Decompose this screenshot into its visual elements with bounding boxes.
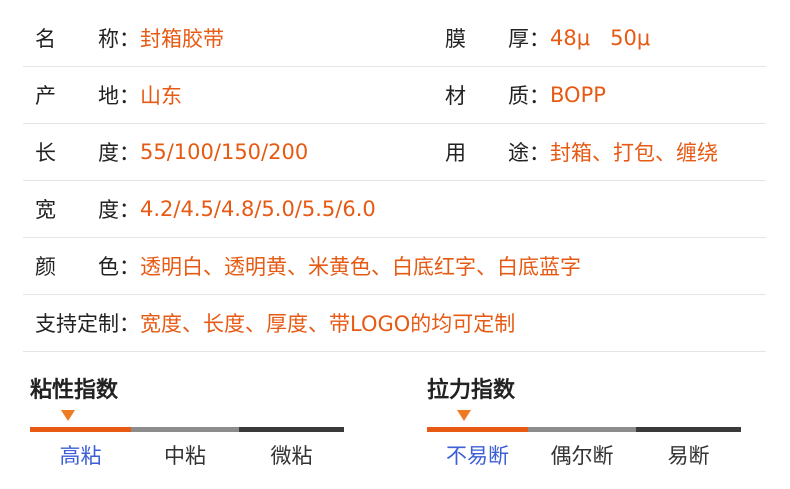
spec-length-label: 长 度： [35,141,140,165]
spec-material-value: BOPP [550,83,606,107]
stickiness-level-label: 高粘 [59,444,102,468]
spec-customization-label: 支持定制： [35,312,140,336]
stickiness-segment-high [30,427,131,432]
tensile-level-label: 不易断 [446,444,509,468]
spec-length: 长 度： 55/100/150/200 [35,124,308,180]
spec-color-label: 颜 色： [35,255,140,279]
tensile-title: 拉力指数 [427,378,516,403]
tensile-segment-easy [636,427,741,432]
spec-color-value: 透明白、透明黄、米黄色、白底红字、白底蓝字 [140,255,581,279]
spec-usage-value: 封箱、打包、缠绕 [550,141,718,165]
tensile-level-label: 易断 [667,444,710,468]
stickiness-marker-icon [61,410,75,421]
spec-width-label: 宽 度： [35,198,140,222]
spec-length-value: 55/100/150/200 [140,140,309,164]
tensile-marker-icon [457,410,471,421]
spec-row-name: 名 称： 封箱胶带 膜 厚： 48μ 50μ [23,10,766,67]
stickiness-title: 粘性指数 [30,378,119,403]
stickiness-segment-low [239,427,344,432]
spec-color: 颜 色： 透明白、透明黄、米黄色、白底红字、白底蓝字 [35,238,581,294]
stickiness-level-label: 微粘 [270,444,313,468]
spec-name-value: 封箱胶带 [140,27,224,51]
spec-name-label: 名 称： [35,27,140,51]
stickiness-level-label: 中粘 [164,444,206,468]
spec-row-customization: 支持定制： 宽度、长度、厚度、带LOGO的均可定制 [23,295,766,352]
spec-name: 名 称： 封箱胶带 [35,10,224,66]
spec-material-label: 材 质： [445,84,550,108]
stickiness-gauge: 粘性指数 高粘 中粘 微粘 [30,372,344,468]
spec-origin-label: 产 地： [35,84,140,108]
spec-film-thickness-label: 膜 厚： [445,27,550,51]
spec-row-color: 颜 色： 透明白、透明黄、米黄色、白底红字、白底蓝字 [23,238,766,295]
tensile-segment-occasional [528,427,636,432]
spec-width: 宽 度： 4.2/4.5/4.8/5.0/5.5/6.0 [35,181,376,237]
stickiness-track [30,427,344,432]
tensile-track [427,427,741,432]
spec-film-thickness: 膜 厚： 48μ 50μ [445,10,650,66]
spec-row-width: 宽 度： 4.2/4.5/4.8/5.0/5.5/6.0 [23,181,766,238]
spec-row-origin: 产 地： 山东 材 质： BOPP [23,67,766,124]
spec-customization: 支持定制： 宽度、长度、厚度、带LOGO的均可定制 [35,295,515,351]
spec-usage: 用 途： 封箱、打包、缠绕 [445,124,718,180]
spec-table: 名 称： 封箱胶带 膜 厚： 48μ 50μ 产 地： 山东 材 质： BOPP… [23,10,766,352]
stickiness-levels: 高粘 中粘 微粘 [30,440,344,470]
spec-film-thickness-value: 48μ 50μ [550,26,651,50]
stickiness-segment-medium [131,427,239,432]
tensile-gauge: 拉力指数 不易断 偶尔断 易断 [427,372,741,468]
spec-origin: 产 地： 山东 [35,67,182,123]
spec-origin-value: 山东 [140,84,182,108]
spec-width-value: 4.2/4.5/4.8/5.0/5.5/6.0 [140,197,376,221]
spec-customization-value: 宽度、长度、厚度、带LOGO的均可定制 [140,312,516,336]
tensile-levels: 不易断 偶尔断 易断 [427,440,741,470]
tensile-segment-unbreakable [427,427,528,432]
spec-material: 材 质： BOPP [445,67,606,123]
tensile-level-label: 偶尔断 [550,444,614,468]
spec-usage-label: 用 途： [445,141,550,165]
spec-row-length: 长 度： 55/100/150/200 用 途： 封箱、打包、缠绕 [23,124,766,181]
